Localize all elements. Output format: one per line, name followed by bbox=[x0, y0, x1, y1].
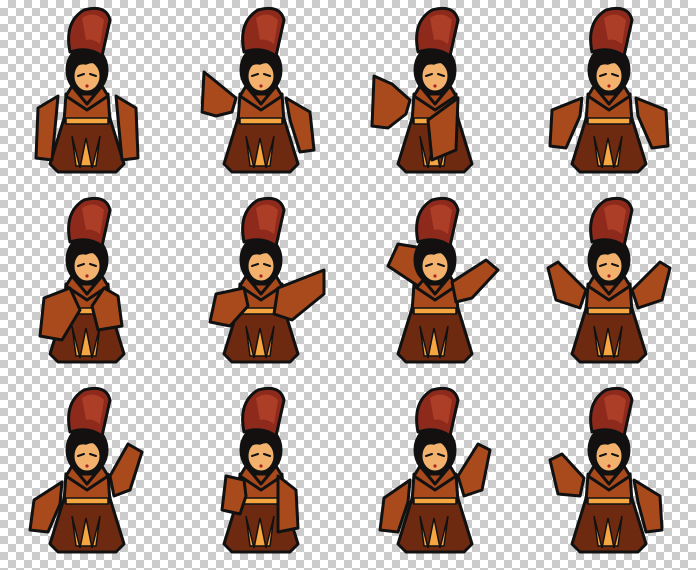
sleeve bbox=[634, 96, 670, 150]
robe-sash bbox=[587, 307, 631, 315]
robe-sash bbox=[65, 117, 109, 125]
robe-sash bbox=[413, 497, 457, 505]
dancer-sprite bbox=[34, 6, 140, 174]
sprite-frame bbox=[348, 380, 522, 570]
sprite-frame bbox=[174, 0, 348, 190]
dancer-sprite bbox=[548, 6, 670, 174]
robe-sash bbox=[413, 307, 457, 315]
dancer-sprite bbox=[208, 196, 326, 364]
sleeve bbox=[220, 474, 248, 516]
dancer-sprite bbox=[28, 386, 144, 554]
sleeve bbox=[456, 442, 492, 498]
sleeve bbox=[630, 260, 672, 310]
sleeve bbox=[548, 96, 584, 150]
robe-sash bbox=[65, 497, 109, 505]
sprite-frame bbox=[348, 190, 522, 380]
sprite-sheet bbox=[0, 0, 696, 570]
dancer-sprite bbox=[378, 386, 492, 554]
sleeve bbox=[200, 70, 238, 118]
mouth bbox=[259, 464, 263, 468]
sprite-frame bbox=[348, 0, 522, 190]
sprite-frame bbox=[0, 380, 174, 570]
sprite-frame bbox=[522, 190, 696, 380]
sleeve bbox=[108, 442, 144, 498]
dancer-sprite bbox=[386, 196, 500, 364]
mouth bbox=[85, 464, 89, 468]
mouth bbox=[259, 274, 263, 278]
robe-sash bbox=[587, 117, 631, 125]
sleeve bbox=[548, 452, 586, 498]
dancer-sprite bbox=[546, 196, 672, 364]
mouth bbox=[433, 274, 437, 278]
mouth bbox=[433, 464, 437, 468]
sprite-frame bbox=[174, 190, 348, 380]
dancer-sprite bbox=[220, 386, 300, 554]
robe-sash bbox=[239, 117, 283, 125]
sprite-frame bbox=[174, 380, 348, 570]
sprite-frame bbox=[0, 0, 174, 190]
sprite-frame bbox=[522, 0, 696, 190]
sleeve bbox=[450, 258, 500, 304]
sprite-frame bbox=[0, 190, 174, 380]
mouth bbox=[607, 464, 611, 468]
mouth bbox=[85, 84, 89, 88]
sleeve bbox=[276, 474, 300, 534]
sleeve bbox=[370, 74, 412, 130]
mouth bbox=[85, 274, 89, 278]
dancer-sprite bbox=[370, 6, 474, 174]
robe-sash bbox=[587, 497, 631, 505]
dancer-sprite bbox=[548, 386, 664, 554]
sprite-frame bbox=[522, 380, 696, 570]
dancer-sprite bbox=[38, 196, 126, 364]
sleeve bbox=[546, 260, 588, 310]
mouth bbox=[433, 84, 437, 88]
dancer-sprite bbox=[200, 6, 316, 174]
sleeve bbox=[272, 268, 326, 322]
mouth bbox=[607, 274, 611, 278]
mouth bbox=[607, 84, 611, 88]
mouth bbox=[259, 84, 263, 88]
